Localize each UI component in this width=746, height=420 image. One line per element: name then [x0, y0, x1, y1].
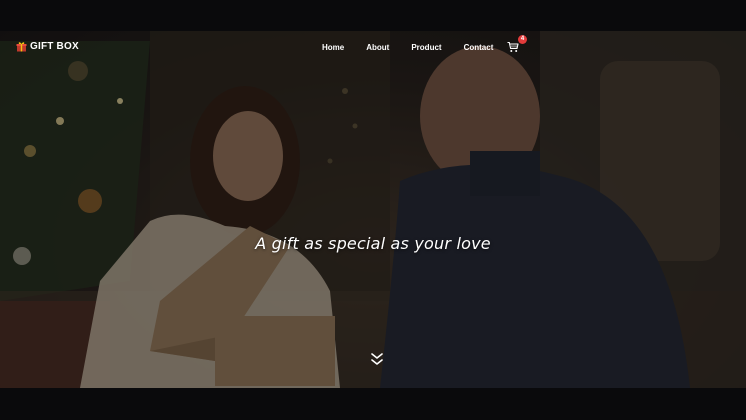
page: A gift as special as your love GIFT BOX …	[0, 0, 746, 420]
scroll-down-button[interactable]	[370, 351, 384, 367]
hero-tagline: A gift as special as your love	[255, 234, 491, 253]
gift-box-icon	[16, 42, 27, 52]
cart-count-badge: 4	[518, 35, 527, 44]
nav-item-about[interactable]: About	[366, 43, 389, 52]
brand-name: GIFT BOX	[30, 41, 79, 52]
hero-banner: A gift as special as your love	[0, 31, 746, 388]
nav-item-product[interactable]: Product	[411, 43, 441, 52]
top-navbar: GIFT BOX Home About Product Contact 4	[0, 31, 746, 65]
cart-icon	[507, 41, 519, 52]
hero-background-image	[0, 31, 746, 388]
main-nav: Home About Product Contact	[322, 43, 515, 52]
chevron-double-down-icon	[371, 353, 383, 365]
cart-button[interactable]: 4	[507, 35, 527, 54]
nav-item-contact[interactable]: Contact	[464, 43, 494, 52]
brand-logo[interactable]: GIFT BOX	[16, 41, 79, 52]
nav-item-home[interactable]: Home	[322, 43, 344, 52]
